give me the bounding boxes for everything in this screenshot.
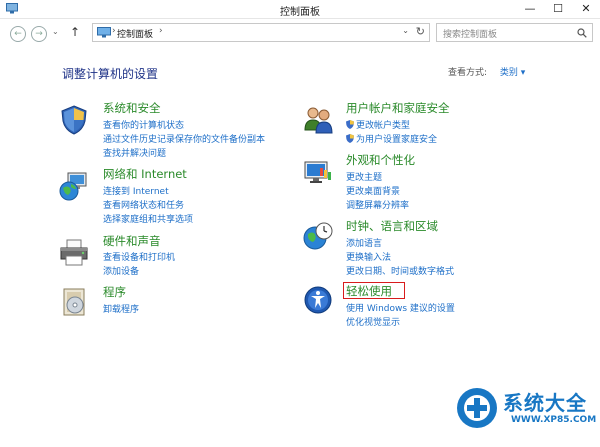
window-title: 控制面板	[280, 7, 320, 18]
category-hardware-sound[interactable]: 硬件和声音	[103, 233, 161, 249]
watermark-url: WWW.XP85.COM	[511, 415, 597, 425]
link-family-safety[interactable]: 为用户设置家庭安全	[346, 132, 437, 145]
watermark: 系统大全 WWW.XP85.COM	[455, 382, 600, 442]
page-heading: 调整计算机的设置	[62, 67, 159, 81]
link-optimize-display[interactable]: 优化视觉显示	[346, 315, 400, 328]
search-box[interactable]: 搜索控制面板	[436, 23, 593, 42]
view-by: 查看方式: 类别 ▾	[448, 65, 525, 78]
category-network-internet[interactable]: 网络和 Internet	[103, 166, 187, 182]
link-add-device[interactable]: 添加设备	[103, 264, 139, 277]
watermark-logo-icon	[457, 388, 497, 428]
link-change-theme[interactable]: 更改主题	[346, 170, 382, 183]
refresh-icon[interactable]: ↻	[416, 25, 425, 38]
link-homegroup[interactable]: 选择家庭组和共享选项	[103, 212, 193, 225]
back-button[interactable]: ←	[10, 26, 26, 42]
search-input[interactable]: 搜索控制面板	[443, 27, 497, 40]
clock-globe-icon[interactable]	[302, 220, 334, 252]
link-desktop-background[interactable]: 更改桌面背景	[346, 184, 400, 197]
link-family-safety-label: 为用户设置家庭安全	[356, 135, 438, 145]
link-change-account-type[interactable]: 更改帐户类型	[346, 118, 410, 131]
link-view-computer-status[interactable]: 查看你的计算机状态	[103, 118, 184, 131]
link-devices-printers[interactable]: 查看设备和打印机	[103, 250, 175, 263]
link-add-language[interactable]: 添加语言	[346, 236, 382, 249]
link-file-history[interactable]: 通过文件历史记录保存你的文件备份副本	[103, 132, 265, 145]
recent-locations-dropdown[interactable]: ⌄	[52, 27, 59, 36]
search-icon[interactable]	[577, 28, 587, 38]
up-button[interactable]: ↑	[70, 25, 80, 39]
address-bar[interactable]: › 控制面板 › ⌄ ↻	[92, 23, 430, 42]
category-user-accounts[interactable]: 用户帐户和家庭安全	[346, 100, 450, 116]
breadcrumb-control-panel[interactable]: 控制面板	[117, 27, 153, 40]
link-change-account-type-label: 更改帐户类型	[356, 121, 411, 131]
link-date-time-format[interactable]: 更改日期、时间或数字格式	[346, 264, 454, 277]
category-clock-language-region[interactable]: 时钟、语言和区域	[346, 218, 438, 234]
network-globe-icon[interactable]	[58, 170, 90, 202]
breadcrumb-separator-2[interactable]: ›	[159, 26, 163, 36]
title-bar: 控制面板 — ☐ ✕	[0, 0, 600, 19]
minimize-button[interactable]: —	[516, 0, 544, 18]
appearance-icon[interactable]	[302, 156, 334, 188]
forward-button[interactable]: →	[31, 26, 47, 42]
link-change-input-method[interactable]: 更换输入法	[346, 250, 391, 263]
breadcrumb-separator: ›	[112, 26, 116, 36]
users-icon[interactable]	[302, 104, 334, 136]
view-by-dropdown[interactable]: 类别 ▾	[500, 68, 525, 78]
control-panel-small-icon	[97, 27, 111, 38]
printer-icon[interactable]	[58, 236, 90, 268]
address-dropdown[interactable]: ⌄	[402, 26, 409, 35]
close-button[interactable]: ✕	[572, 0, 600, 18]
maximize-button[interactable]: ☐	[544, 0, 572, 18]
category-programs[interactable]: 程序	[103, 284, 126, 300]
programs-icon[interactable]	[58, 286, 90, 318]
ease-of-access-icon[interactable]	[302, 284, 334, 316]
link-screen-resolution[interactable]: 调整屏幕分辨率	[346, 198, 409, 211]
category-appearance[interactable]: 外观和个性化	[346, 152, 415, 168]
link-connect-internet[interactable]: 连接到 Internet	[103, 184, 169, 197]
category-ease-of-access[interactable]: 轻松使用	[346, 283, 392, 299]
view-by-label: 查看方式:	[448, 68, 488, 78]
shield-icon[interactable]	[58, 104, 90, 136]
uac-shield-icon	[346, 120, 354, 129]
uac-shield-icon	[346, 134, 354, 143]
watermark-text: 系统大全	[503, 391, 587, 415]
link-uninstall-program[interactable]: 卸载程序	[103, 302, 139, 315]
link-recommended-settings[interactable]: 使用 Windows 建议的设置	[346, 301, 455, 314]
link-network-status[interactable]: 查看网络状态和任务	[103, 198, 184, 211]
category-system-security[interactable]: 系统和安全	[103, 100, 161, 116]
link-troubleshoot[interactable]: 查找并解决问题	[103, 146, 166, 159]
